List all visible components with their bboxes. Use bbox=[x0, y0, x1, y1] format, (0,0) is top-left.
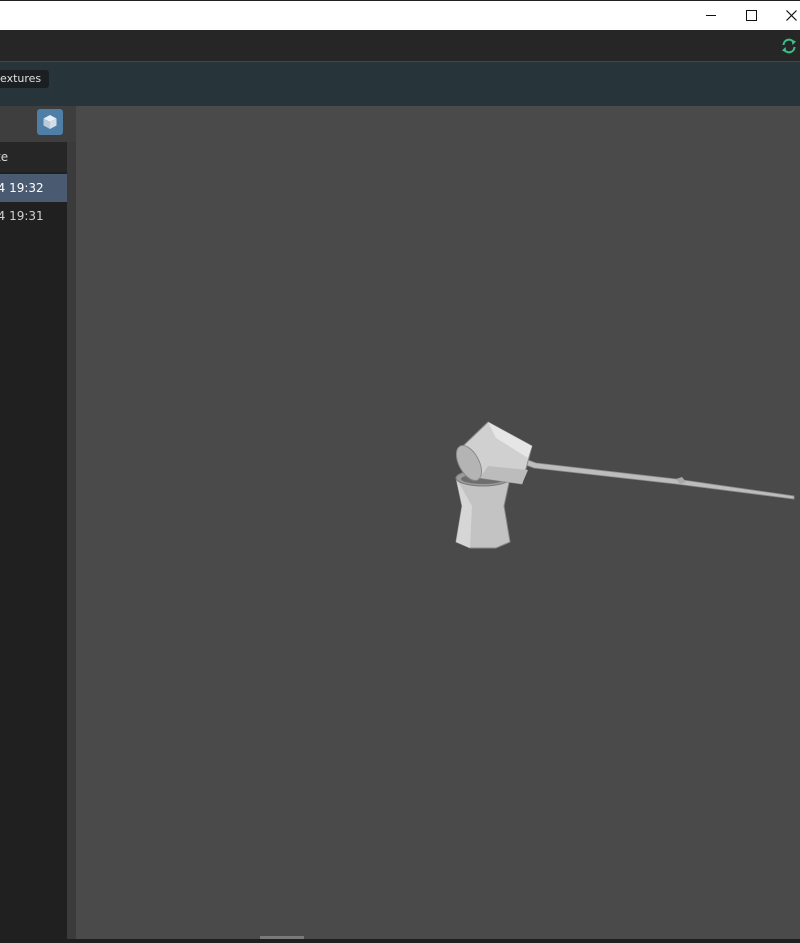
cube-icon bbox=[43, 115, 57, 129]
3d-viewport[interactable] bbox=[76, 106, 800, 939]
list-item-label: 04 19:31 bbox=[0, 209, 44, 223]
column-header-label: te bbox=[0, 150, 9, 164]
3d-model bbox=[455, 421, 795, 549]
tab-label: extures bbox=[0, 72, 42, 85]
menubar bbox=[0, 30, 800, 62]
list-item[interactable]: 04 19:32 bbox=[0, 174, 67, 202]
maximize-icon bbox=[745, 10, 757, 21]
toolbar bbox=[0, 62, 800, 106]
close-icon bbox=[785, 10, 797, 21]
ladle-handle bbox=[525, 459, 795, 500]
refresh-icon bbox=[782, 38, 796, 54]
sidebar: te 04 19:32 04 19:31 bbox=[0, 106, 76, 939]
window-titlebar bbox=[0, 0, 800, 30]
snapshot-list: te 04 19:32 04 19:31 bbox=[0, 142, 67, 939]
list-item-label: 04 19:32 bbox=[0, 181, 44, 195]
cup-model bbox=[455, 469, 511, 549]
column-header-date[interactable]: te bbox=[0, 142, 67, 172]
refresh-button[interactable] bbox=[780, 37, 798, 55]
list-item[interactable]: 04 19:31 bbox=[0, 202, 67, 230]
minimize-icon bbox=[706, 15, 716, 16]
close-button[interactable] bbox=[768, 1, 800, 30]
sidebar-header bbox=[0, 106, 76, 142]
tab-textures[interactable]: extures bbox=[0, 70, 50, 88]
cube-button[interactable] bbox=[37, 109, 63, 135]
